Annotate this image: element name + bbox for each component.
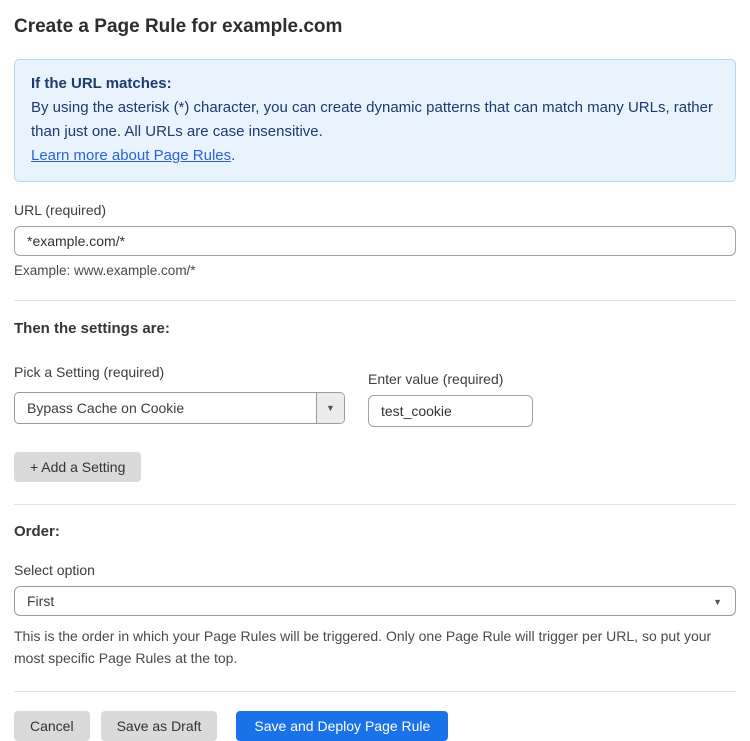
order-helper-text: This is the order in which your Page Rul… [14,625,732,669]
url-field-label: URL (required) [14,202,736,218]
info-box-heading: If the URL matches: [31,72,719,96]
page-title: Create a Page Rule for example.com [14,16,736,38]
setting-value-label: Enter value (required) [368,371,533,387]
save-draft-button[interactable]: Save as Draft [101,711,218,741]
order-select[interactable]: First ▼ [14,586,736,616]
chevron-down-icon: ▼ [713,597,722,607]
setting-picker-label: Pick a Setting (required) [14,364,345,380]
url-field-group: URL (required) Example: www.example.com/… [14,202,736,278]
page-rule-form: Create a Page Rule for example.com If th… [0,0,750,741]
cancel-button[interactable]: Cancel [14,711,90,741]
setting-value-group: Enter value (required) [368,371,533,427]
page-rules-learn-more-link[interactable]: Learn more about Page Rules [31,147,231,164]
divider-after-settings [14,504,736,505]
info-box-body: By using the asterisk (*) character, you… [31,96,719,144]
footer-actions: Cancel Save as Draft Save and Deploy Pag… [14,711,736,741]
setting-dropdown-value: Bypass Cache on Cookie [15,400,316,416]
info-box-link-line: Learn more about Page Rules. [31,144,719,168]
divider-before-footer [14,691,736,692]
setting-picker-group: Pick a Setting (required) Bypass Cache o… [14,364,345,427]
order-select-value: First [15,593,713,609]
url-input[interactable] [14,226,736,256]
order-select-label: Select option [14,562,736,578]
order-select-arrow: ▼ [713,592,735,610]
setting-dropdown[interactable]: Bypass Cache on Cookie ▼ [14,392,345,424]
info-box-body-text: By using the asterisk (*) character, you… [31,99,713,140]
order-section-heading: Order: [14,523,736,540]
settings-section-heading: Then the settings are: [14,320,736,337]
settings-row: Pick a Setting (required) Bypass Cache o… [14,364,736,427]
save-deploy-button[interactable]: Save and Deploy Page Rule [236,711,448,741]
url-match-info-box: If the URL matches: By using the asteris… [14,59,736,182]
setting-dropdown-button[interactable]: ▼ [316,393,344,423]
setting-value-input[interactable] [368,395,533,427]
add-setting-button[interactable]: + Add a Setting [14,452,141,482]
chevron-down-icon: ▼ [326,403,335,413]
divider-after-url [14,300,736,301]
url-helper-text: Example: www.example.com/* [14,263,736,278]
order-section: Order: Select option First ▼ This is the… [14,523,736,669]
link-period: . [231,147,235,164]
